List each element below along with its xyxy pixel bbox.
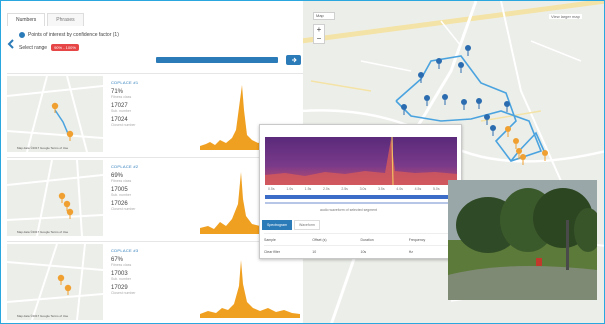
sample-table: Sample Offset (s) Duration Frequency Cle… xyxy=(264,233,457,257)
time-tick: 4.0s xyxy=(396,187,403,191)
time-tick: 3.5s xyxy=(377,187,385,191)
map-attribution: Map data ©2017 Google Terms of Use xyxy=(17,230,69,234)
arrow-right-icon xyxy=(291,57,297,63)
table-cell: 10s xyxy=(360,249,367,254)
mini-map-canvas xyxy=(7,244,103,320)
card-meta: CDPLACE #3 67% Fitness class 17003 Sub. … xyxy=(111,248,181,295)
view-larger-map-link[interactable]: View larger map xyxy=(549,14,582,19)
zoom-control[interactable]: + − xyxy=(313,24,325,44)
range-label: Select range xyxy=(19,44,48,51)
points-filter-label: Points of interest by confidence factor … xyxy=(28,32,119,38)
tab-numbers[interactable]: Numbers xyxy=(7,13,46,26)
time-tick: 2.0s xyxy=(322,187,330,191)
tab-spectrogram[interactable]: Spectrogram xyxy=(262,220,293,230)
range-filter: Select range 90% - 100% xyxy=(19,44,79,51)
map-attribution: Map data ©2017 Google Terms of Use xyxy=(17,146,69,150)
radio-icon[interactable] xyxy=(19,32,25,38)
range-slider[interactable] xyxy=(156,57,278,63)
card-percent-label: Fitness class xyxy=(111,179,132,183)
card-number-1-label: Sub. number xyxy=(111,109,132,113)
time-tick: 2.5s xyxy=(341,187,348,191)
street-photo[interactable] xyxy=(448,180,597,300)
waveform-note: audio waveform of selected segment xyxy=(320,208,378,212)
spectrogram-plot[interactable] xyxy=(265,137,457,185)
card-code: CDPLACE #1 xyxy=(111,80,139,85)
time-tick: 3.0s xyxy=(359,187,367,191)
card-number-2-label: Closest number xyxy=(111,291,136,295)
card-meta: CDPLACE #1 71% Fitness class 17027 Sub. … xyxy=(111,80,181,127)
time-tick: 1.0s xyxy=(286,187,293,191)
card-number-2-label: Closest number xyxy=(111,123,136,127)
selection-track[interactable] xyxy=(265,202,457,204)
zoom-out-button[interactable]: − xyxy=(314,34,324,43)
time-axis: 0.5s 1.0s 1.5s 2.0s 2.5s 3.0s 3.5s 4.0s … xyxy=(268,187,458,191)
column-header: Offset (s) xyxy=(312,237,327,242)
card-code: CDPLACE #3 xyxy=(111,248,139,253)
points-filter[interactable]: Points of interest by confidence factor … xyxy=(19,32,119,38)
card-number-1-label: Sub. number xyxy=(111,193,132,197)
tab-bar: Numbers Phrases xyxy=(7,13,86,26)
time-tick: 5.0s xyxy=(432,187,440,191)
time-tick: 0.5s xyxy=(268,187,275,191)
zoom-in-button[interactable]: + xyxy=(314,25,324,34)
results-panel: Numbers Phrases Points of interest by co… xyxy=(1,1,303,323)
time-tick: 4.5s xyxy=(414,187,422,191)
time-tick: 1.5s xyxy=(304,187,312,191)
mini-map[interactable]: Map data ©2017 Google Terms of Use xyxy=(7,76,103,152)
mini-map-canvas xyxy=(7,76,103,152)
card-number-1-label: Sub. number xyxy=(111,277,132,281)
table-header: Sample Offset (s) Duration Frequency xyxy=(264,233,457,245)
card-number-2-label: Closest number xyxy=(111,207,136,211)
app-frame: Map + − View larger map Numbers Phrases … xyxy=(0,0,605,324)
table-cell: 10 xyxy=(312,249,317,254)
chevron-left-icon[interactable] xyxy=(7,39,15,49)
card-percent-label: Fitness class xyxy=(111,95,132,99)
table-row[interactable]: Clear filter 10 10s Hz xyxy=(264,245,457,257)
card-code: CDPLACE #2 xyxy=(111,164,139,169)
tab-phrases[interactable]: Phrases xyxy=(47,13,84,26)
card-meta: CDPLACE #2 69% Fitness class 17005 Sub. … xyxy=(111,164,181,211)
mini-map[interactable]: Map data ©2017 Google Terms of Use xyxy=(7,244,103,320)
card-percent-label: Fitness class xyxy=(111,263,132,267)
dialog-tabs: Spectrogram Waveform xyxy=(262,220,322,230)
column-header: Duration xyxy=(360,237,374,242)
map-type-control[interactable]: Map xyxy=(313,12,335,20)
waveform-track[interactable] xyxy=(265,195,457,199)
mini-map[interactable]: Map data ©2017 Google Terms of Use xyxy=(7,160,103,236)
tab-waveform[interactable]: Waveform xyxy=(294,220,320,230)
spectrogram-dialog[interactable]: 0.5s 1.0s 1.5s 2.0s 2.5s 3.0s 3.5s 4.0s … xyxy=(259,124,462,259)
apply-button[interactable] xyxy=(286,55,301,65)
mini-map-canvas xyxy=(7,160,103,236)
map-attribution: Map data ©2017 Google Terms of Use xyxy=(17,314,69,318)
range-badge[interactable]: 90% - 100% xyxy=(51,44,79,51)
street-photo-image xyxy=(448,180,597,300)
column-header: Sample xyxy=(264,237,276,242)
table-cell: Clear filter xyxy=(264,249,280,254)
